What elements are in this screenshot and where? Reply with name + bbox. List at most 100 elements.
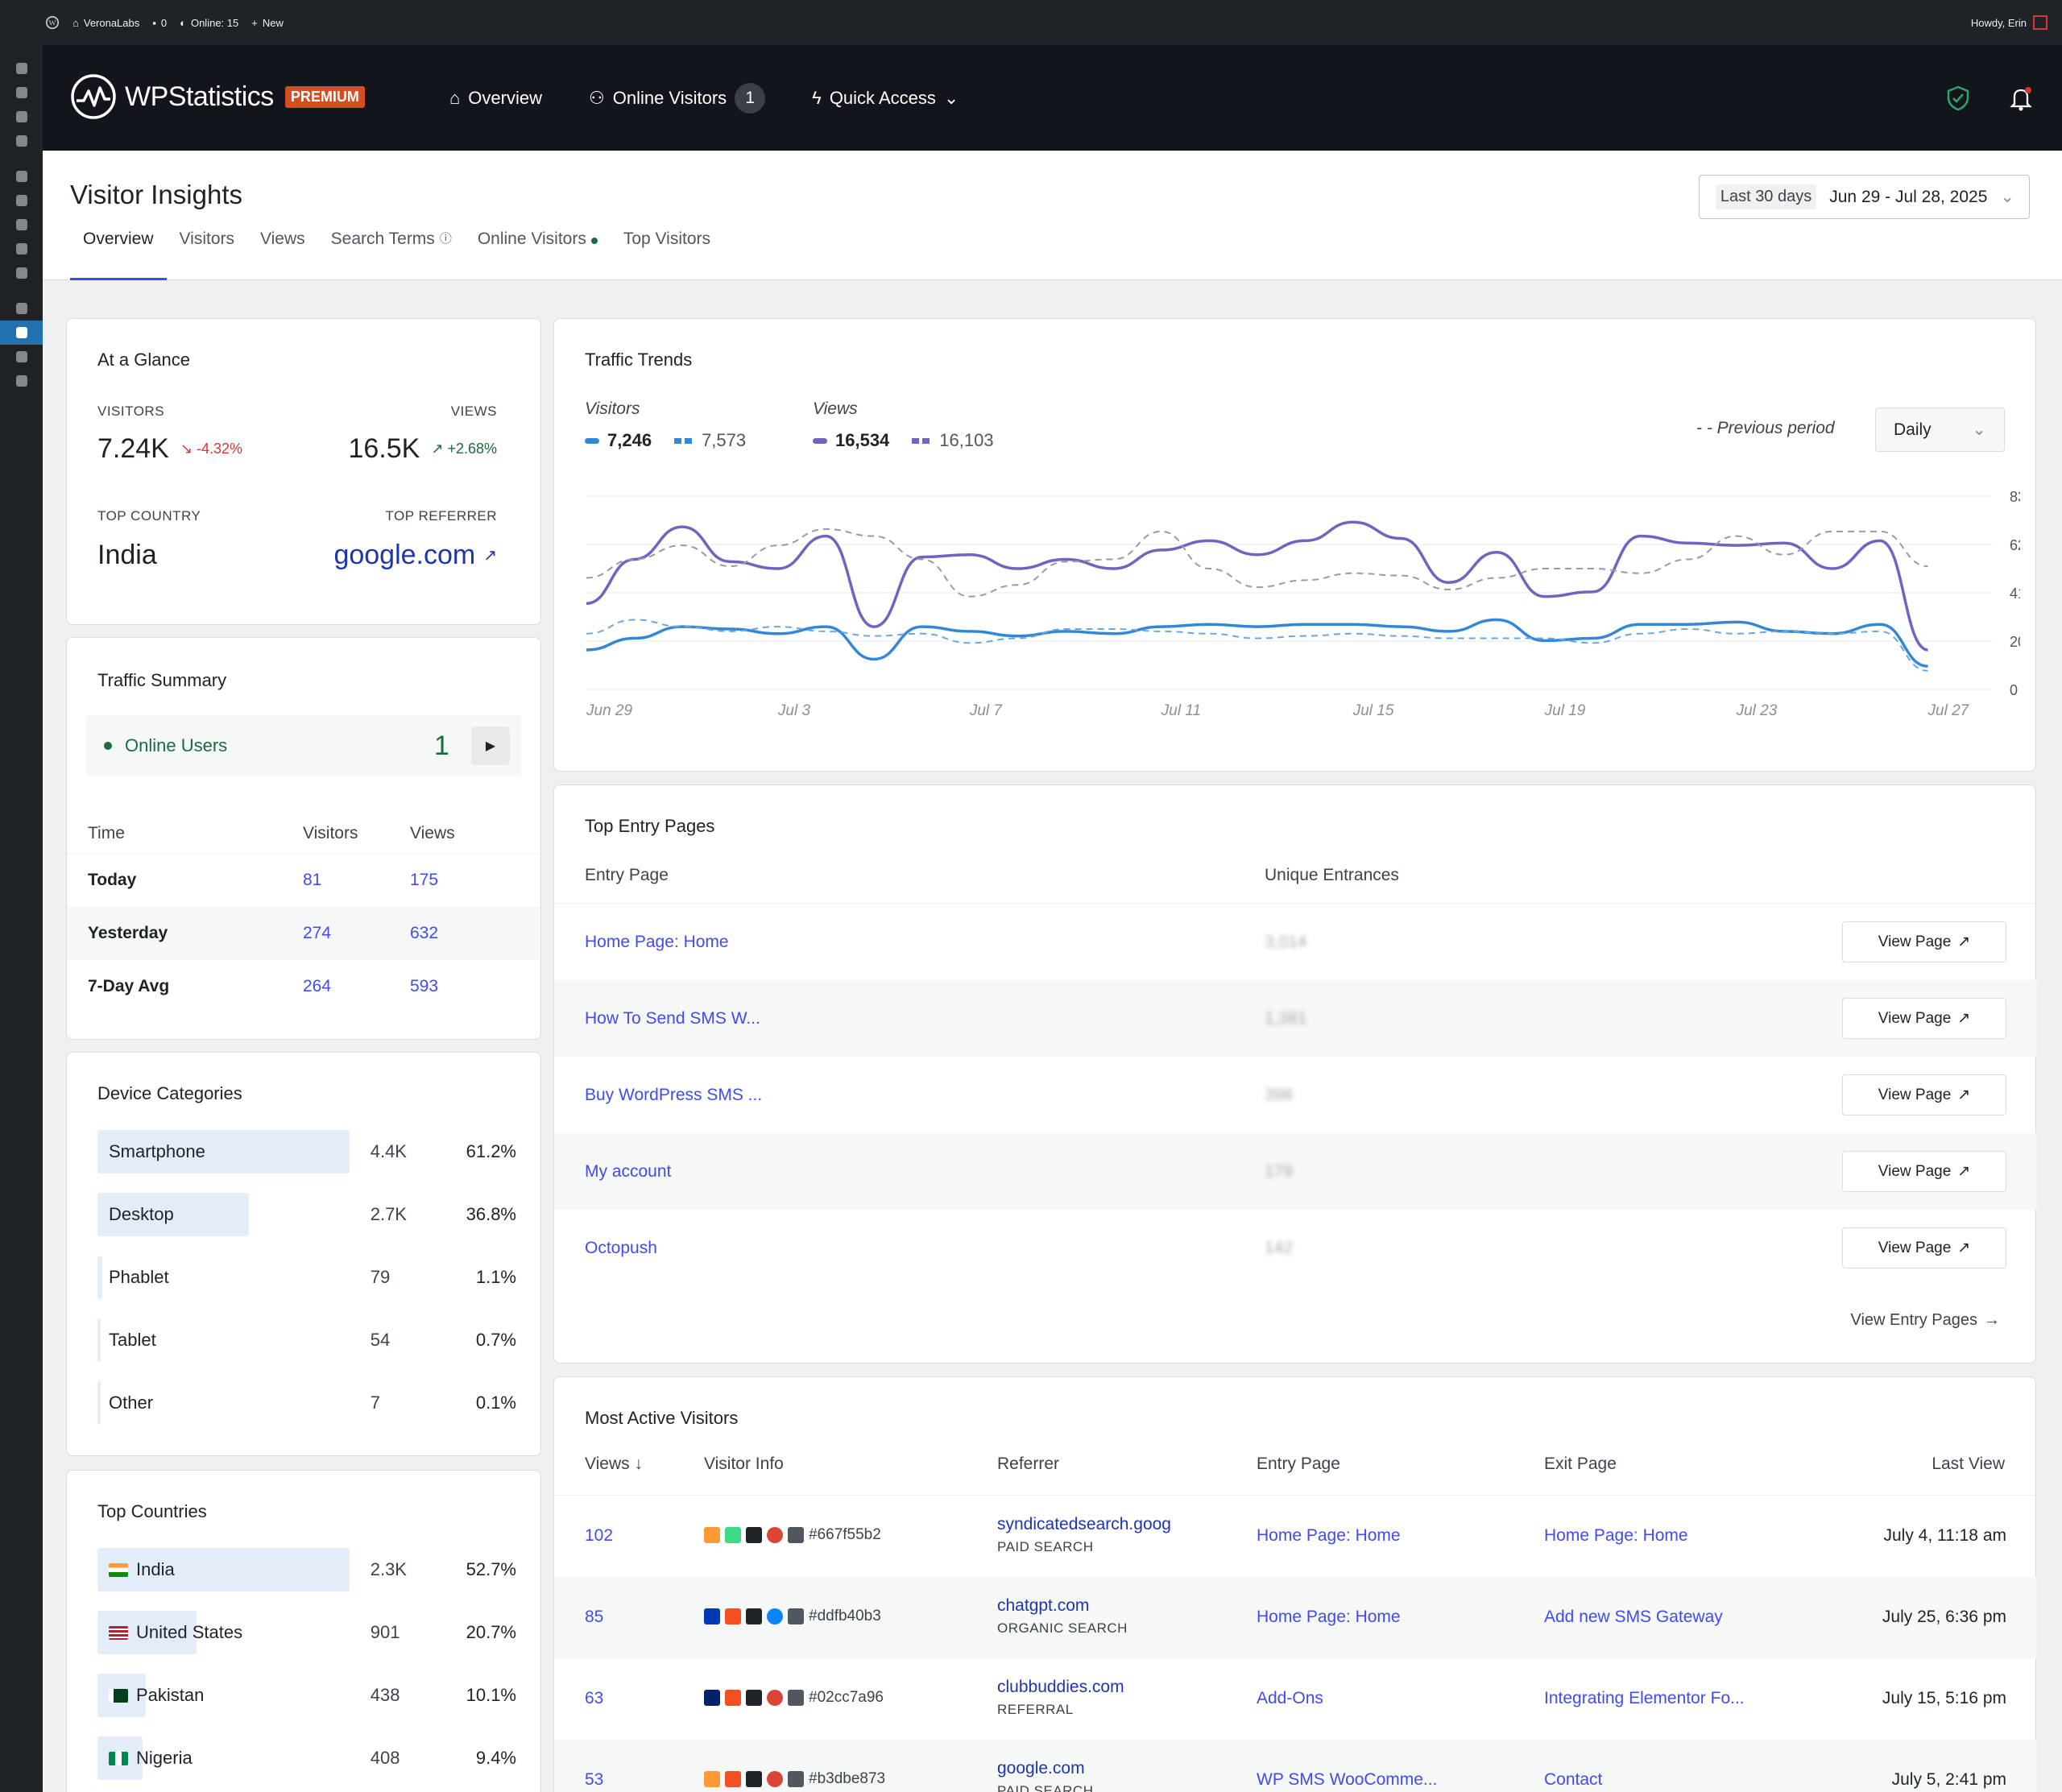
tab-top-visitors[interactable]: Top Visitors [611,230,723,280]
row-percent: 61.2% [466,1141,516,1161]
row-value: 54 [370,1330,391,1350]
online-users-row: Online Users 1 ▶ [86,715,521,776]
referrer: syndicatedsearch.goog PAID SEARCH [997,1515,1171,1555]
admin-bar-site[interactable]: ⌂ VeronaLabs [72,17,139,29]
chevron-down-icon: ⌄ [943,87,959,108]
row-label: Other [109,1393,154,1413]
referrer: chatgpt.com ORGANIC SEARCH [997,1596,1128,1637]
referrer-link[interactable]: syndicatedsearch.goog [997,1515,1171,1533]
admin-bar-comments[interactable]: ▪ 0 [152,17,167,29]
exit-page-link[interactable]: Integrating Elementor Fo... [1544,1689,1745,1708]
head-referrer: Referrer [997,1455,1060,1473]
flag-ng-icon [109,1751,128,1765]
head-exit-page: Exit Page [1544,1455,1617,1473]
admin-bar: W ⌂ VeronaLabs ▪ 0 ◐ Online: 15 + New Howdy,… [0,0,2062,45]
external-link-icon: ↗ [1957,1010,1971,1027]
menu-sms-icon[interactable] [0,296,43,321]
tab-online-visitors[interactable]: Online Visitors [465,230,611,280]
nav-quick-access[interactable]: ϟ Quick Access ⌄ [812,88,959,109]
device-categories-card: Device Categories Smartphone 4.4K 61.2% Des… [66,1052,541,1456]
visitor-info[interactable]: #02cc7a96 [704,1689,884,1707]
exit-page-link[interactable]: Home Page: Home [1544,1526,1688,1546]
menu-comments-icon[interactable] [0,129,43,153]
top-referrer-link[interactable]: google.com ↗ [333,540,497,571]
referrer-link[interactable]: clubbuddies.com [997,1678,1124,1696]
view-page-button[interactable]: View Page ↗ [1842,1227,2006,1268]
desktop-icon [746,1608,762,1624]
views-count[interactable]: 63 [585,1689,603,1708]
view-page-button[interactable]: View Page ↗ [1842,1074,2006,1115]
exit-page-link[interactable]: Add new SMS Gateway [1544,1608,1723,1627]
tab-views[interactable]: Views [247,230,318,280]
shield-check-icon[interactable] [1946,85,1970,111]
bell-icon[interactable] [2009,85,2033,111]
views-count[interactable]: 102 [585,1526,613,1546]
visitor-info[interactable]: #667f55b2 [704,1526,881,1544]
view-page-button[interactable]: View Page ↗ [1842,998,2006,1039]
card-title: Traffic Trends [585,350,693,370]
view-page-button[interactable]: View Page ↗ [1842,1151,2006,1192]
menu-appearance-icon[interactable] [0,164,43,188]
entry-page-link[interactable]: Home Page: Home [1257,1608,1401,1627]
traffic-summary-card: Traffic Summary Online Users 1 ▶ Time Vi… [66,637,541,1040]
table-row: Home Page: Home 3,014 View Page ↗ [554,904,2037,980]
last-view: July 4, 11:18 am [1883,1526,2006,1545]
last-view: July 15, 5:16 pm [1882,1689,2006,1707]
tab-visitors[interactable]: Visitors [167,230,247,280]
table-row: Octopush 142 View Page ↗ [554,1210,2037,1286]
row-percent: 1.1% [475,1267,516,1287]
views-count[interactable]: 85 [585,1608,603,1627]
view-entry-pages-link[interactable]: View Entry Pages → [1851,1311,2001,1330]
referrer-link[interactable]: google.com [997,1759,1085,1778]
menu-media-icon[interactable] [0,81,43,105]
play-button[interactable]: ▶ [471,726,510,765]
page-title: Visitor Insights [70,180,242,209]
menu-posts-icon[interactable] [0,56,43,81]
visitors-change: ↘ -4.32% [180,441,243,457]
admin-bar-online[interactable]: ◐ Online: 15 [180,17,238,29]
menu-tools-icon[interactable] [0,237,43,261]
admin-sidebar [0,45,43,1792]
interval-select[interactable]: Daily ⌄ [1875,408,2005,452]
device-row: Tablet 54 0.7% [97,1318,516,1362]
menu-pages-icon[interactable] [0,105,43,129]
y-tick-label: 832 [2010,489,2020,505]
visitor-info[interactable]: #b3dbe873 [704,1770,885,1788]
admin-bar-account[interactable]: Howdy, Erin [1971,0,2048,45]
row-percent: 52.7% [466,1559,516,1579]
row-label: Tablet [109,1330,156,1350]
stats-icon: ◐ [180,16,186,29]
referrer-link[interactable]: chatgpt.com [997,1596,1089,1615]
view-page-button[interactable]: View Page ↗ [1842,921,2006,962]
menu-collapse-icon[interactable] [0,369,43,393]
visitors-legend-label: Visitors [585,399,640,418]
brand-logo[interactable]: WPStatistics PREMIUM [70,73,365,120]
exit-page-link[interactable]: Contact [1544,1770,1602,1790]
menu-reports-icon[interactable] [0,345,43,369]
flag-in-icon [704,1771,720,1787]
entry-page-link[interactable]: WP SMS WooComme... [1257,1770,1437,1790]
tab-overview[interactable]: Overview [70,230,167,280]
menu-users-icon[interactable] [0,213,43,237]
device-row: Smartphone 4.4K 61.2% [97,1130,516,1173]
entry-page-link[interactable]: Add-Ons [1257,1689,1323,1708]
country-row: Nigeria 408 9.4% [97,1736,516,1780]
x-tick-label: Jul 23 [1736,702,1778,719]
visitors-value: 7.24K [97,433,169,464]
menu-plugins-icon[interactable] [0,188,43,213]
row-label: Desktop [109,1204,174,1224]
head-views[interactable]: Views ↓ [585,1455,643,1474]
entry-page-link[interactable]: Home Page: Home [1257,1526,1401,1546]
views-count[interactable]: 53 [585,1770,603,1790]
nav-overview[interactable]: ⌂ Overview [449,88,542,109]
menu-settings-icon[interactable] [0,261,43,285]
date-range-picker[interactable]: Last 30 days Jun 29 - Jul 28, 2025 ⌄ [1698,175,2030,219]
menu-statistics-icon[interactable] [0,321,43,345]
visitor-info[interactable]: #ddfb40b3 [704,1608,881,1625]
nav-online-visitors[interactable]: ⚇ Online Visitors 1 [589,82,766,114]
pulse-logo-icon [71,74,116,119]
tab-search-terms[interactable]: Search Terms ⓘ [318,230,465,280]
wordpress-logo-icon[interactable]: W [45,15,60,30]
admin-bar-new[interactable]: + New [251,17,284,29]
arrow-up-icon: ↗ [431,441,444,457]
